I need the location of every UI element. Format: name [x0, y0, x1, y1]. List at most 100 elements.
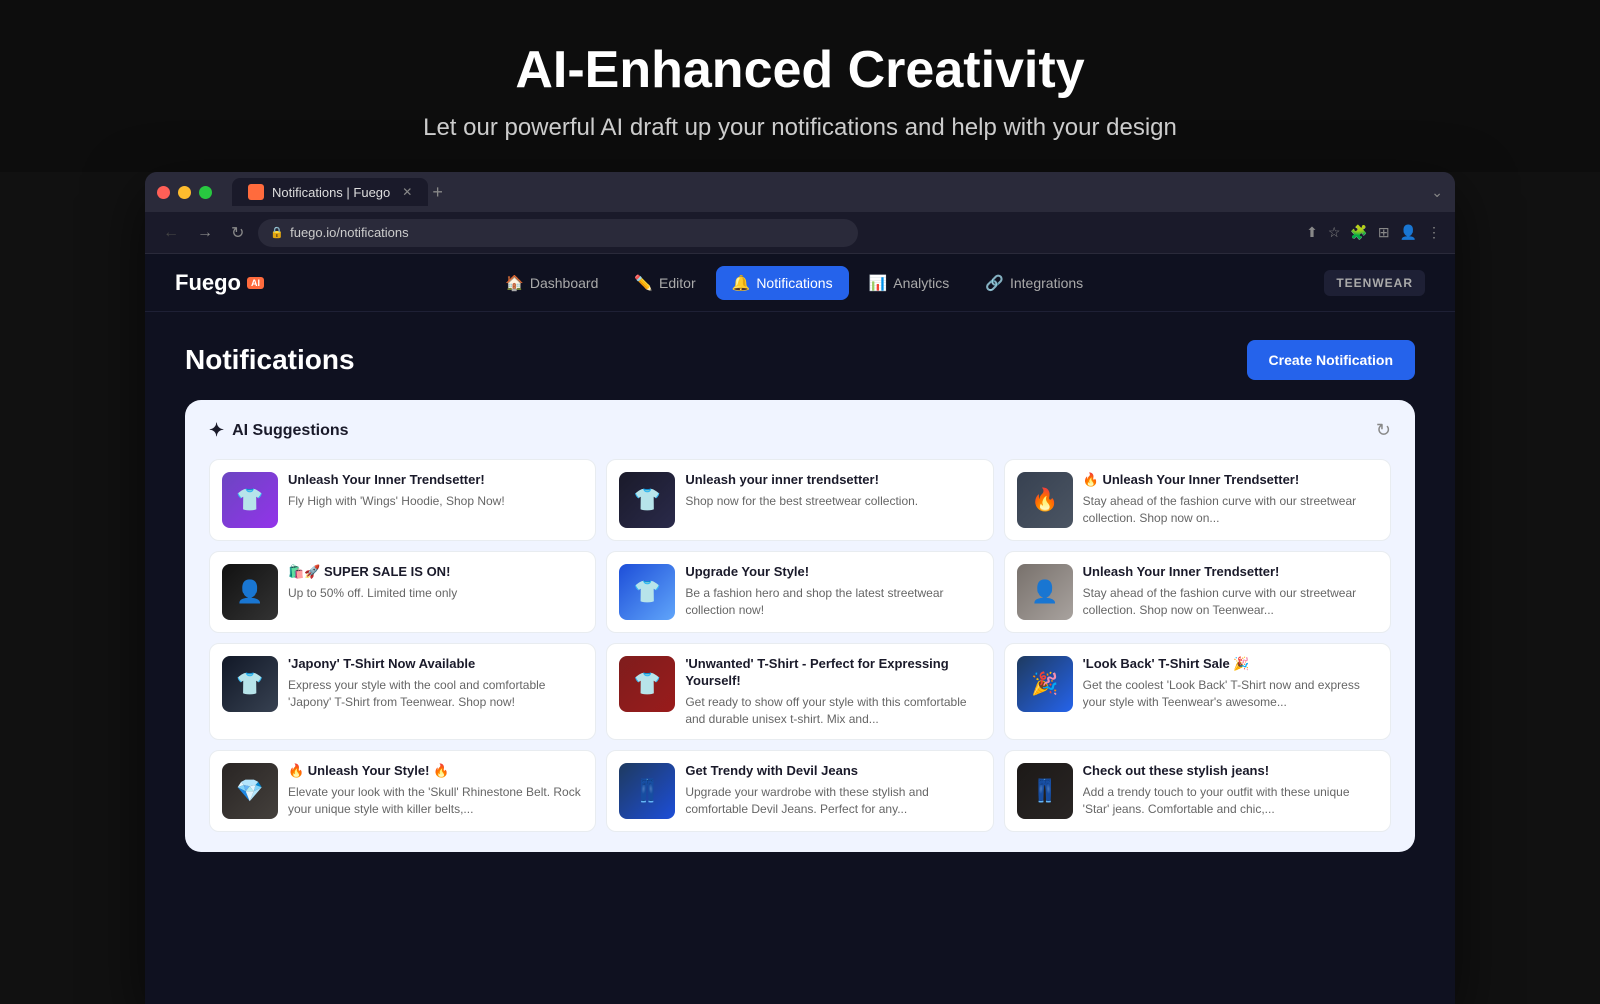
suggestion-desc: Elevate your look with the 'Skull' Rhine…: [288, 784, 583, 818]
new-tab-button[interactable]: +: [432, 182, 443, 203]
logo-text: Fuego: [175, 270, 241, 296]
suggestion-image: 👖: [1017, 763, 1073, 819]
suggestion-card[interactable]: 👤 🛍️🚀 SUPER SALE IS ON! Up to 50% off. L…: [209, 551, 596, 633]
browser-window: Notifications | Fuego ✕ + ⌄ ← → ↻ 🔒 fueg…: [145, 172, 1455, 1004]
suggestion-text: 🛍️🚀 SUPER SALE IS ON! Up to 50% off. Lim…: [288, 564, 583, 602]
hero-subtitle: Let our powerful AI draft up your notifi…: [0, 114, 1600, 142]
refresh-button[interactable]: ↻: [1376, 420, 1391, 441]
suggestion-text: 'Look Back' T-Shirt Sale 🎉 Get the coole…: [1083, 656, 1378, 710]
suggestion-image: 👕: [222, 656, 278, 712]
suggestion-text: Unleash Your Inner Trendsetter! Stay ahe…: [1083, 564, 1378, 618]
suggestion-card[interactable]: 👤 Unleash Your Inner Trendsetter! Stay a…: [1004, 551, 1391, 633]
nav-integrations-label: Integrations: [1010, 275, 1083, 291]
nav-dashboard[interactable]: 🏠 Dashboard: [489, 266, 614, 300]
suggestion-desc: Get ready to show off your style with th…: [685, 694, 980, 728]
suggestion-card[interactable]: 👕 Unleash your inner trendsetter! Shop n…: [606, 459, 993, 541]
suggestion-desc: Stay ahead of the fashion curve with our…: [1083, 585, 1378, 619]
nav-analytics-label: Analytics: [893, 275, 949, 291]
traffic-light-green[interactable]: [199, 186, 212, 199]
ai-suggestions-label: AI Suggestions: [232, 422, 348, 440]
suggestion-desc: Be a fashion hero and shop the latest st…: [685, 585, 980, 619]
suggestion-image: 🔥: [1017, 472, 1073, 528]
menu-icon[interactable]: ⋮: [1427, 224, 1441, 241]
ai-suggestions-card: ✦ AI Suggestions ↻ 👕 Unleash Your Inner …: [185, 400, 1415, 852]
suggestion-card[interactable]: 👖 Get Trendy with Devil Jeans Upgrade yo…: [606, 750, 993, 832]
page-header: Notifications Create Notification: [145, 312, 1455, 400]
suggestion-card[interactable]: 👕 'Japony' T-Shirt Now Available Express…: [209, 643, 596, 740]
suggestion-grid: 👕 Unleash Your Inner Trendsetter! Fly Hi…: [209, 459, 1391, 832]
suggestion-title: 🔥 Unleash Your Inner Trendsetter!: [1083, 472, 1378, 489]
suggestion-text: Check out these stylish jeans! Add a tre…: [1083, 763, 1378, 817]
suggestion-card[interactable]: 👕 Upgrade Your Style! Be a fashion hero …: [606, 551, 993, 633]
suggestion-title: Unleash Your Inner Trendsetter!: [288, 472, 583, 489]
suggestion-desc: Stay ahead of the fashion curve with our…: [1083, 493, 1378, 527]
bookmark-icon[interactable]: ☆: [1328, 224, 1341, 241]
share-icon[interactable]: ⬆: [1306, 224, 1318, 241]
url-text: fuego.io/notifications: [290, 225, 409, 240]
nav-integrations[interactable]: 🔗 Integrations: [969, 266, 1099, 300]
suggestion-text: Get Trendy with Devil Jeans Upgrade your…: [685, 763, 980, 817]
suggestion-image: 👕: [619, 656, 675, 712]
sparkle-icon: ✦: [209, 420, 224, 441]
extension-icon[interactable]: 🧩: [1350, 224, 1367, 241]
traffic-light-red[interactable]: [157, 186, 170, 199]
suggestion-image: 🎉: [1017, 656, 1073, 712]
tab-title: Notifications | Fuego: [272, 185, 390, 200]
url-bar[interactable]: 🔒 fuego.io/notifications: [258, 219, 858, 247]
suggestion-text: 'Unwanted' T-Shirt - Perfect for Express…: [685, 656, 980, 727]
notifications-icon: 🔔: [732, 274, 751, 292]
active-tab[interactable]: Notifications | Fuego ✕: [232, 178, 428, 206]
nav-notifications[interactable]: 🔔 Notifications: [716, 266, 849, 300]
hero-title: AI-Enhanced Creativity: [0, 40, 1600, 100]
suggestion-text: Unleash Your Inner Trendsetter! Fly High…: [288, 472, 583, 510]
ai-card-title: ✦ AI Suggestions: [209, 420, 349, 441]
suggestion-text: 'Japony' T-Shirt Now Available Express y…: [288, 656, 583, 710]
suggestion-card[interactable]: 🎉 'Look Back' T-Shirt Sale 🎉 Get the coo…: [1004, 643, 1391, 740]
hero-section: AI-Enhanced Creativity Let our powerful …: [0, 0, 1600, 172]
profile-icon[interactable]: 👤: [1400, 224, 1417, 241]
tab-bar: Notifications | Fuego ✕ +: [232, 178, 1423, 206]
back-button[interactable]: ←: [159, 222, 183, 244]
suggestion-image: 💎: [222, 763, 278, 819]
analytics-icon: 📊: [869, 274, 888, 292]
forward-button[interactable]: →: [193, 222, 217, 244]
suggestion-title: 🔥 Unleash Your Style! 🔥: [288, 763, 583, 780]
tab-close-button[interactable]: ✕: [402, 185, 412, 199]
suggestion-image: 👤: [222, 564, 278, 620]
suggestion-title: Check out these stylish jeans!: [1083, 763, 1378, 780]
suggestion-desc: Upgrade your wardrobe with these stylish…: [685, 784, 980, 818]
suggestion-title: Unleash Your Inner Trendsetter!: [1083, 564, 1378, 581]
editor-icon: ✏️: [634, 274, 653, 292]
suggestion-text: 🔥 Unleash Your Inner Trendsetter! Stay a…: [1083, 472, 1378, 526]
traffic-light-yellow[interactable]: [178, 186, 191, 199]
suggestion-image: 👕: [222, 472, 278, 528]
main-content: ✦ AI Suggestions ↻ 👕 Unleash Your Inner …: [145, 400, 1455, 852]
suggestion-card[interactable]: 👕 'Unwanted' T-Shirt - Perfect for Expre…: [606, 643, 993, 740]
lock-icon: 🔒: [270, 226, 284, 239]
suggestion-title: Upgrade Your Style!: [685, 564, 980, 581]
nav-analytics[interactable]: 📊 Analytics: [853, 266, 966, 300]
reload-button[interactable]: ↻: [227, 221, 248, 245]
suggestion-desc: Up to 50% off. Limited time only: [288, 585, 583, 602]
suggestion-title: 'Look Back' T-Shirt Sale 🎉: [1083, 656, 1378, 673]
suggestion-text: Upgrade Your Style! Be a fashion hero an…: [685, 564, 980, 618]
nav-links: 🏠 Dashboard ✏️ Editor 🔔 Notifications 📊 …: [489, 266, 1099, 300]
suggestion-card[interactable]: 👕 Unleash Your Inner Trendsetter! Fly Hi…: [209, 459, 596, 541]
suggestion-image: 👕: [619, 472, 675, 528]
suggestion-desc: Add a trendy touch to your outfit with t…: [1083, 784, 1378, 818]
integrations-icon: 🔗: [985, 274, 1004, 292]
address-bar: ← → ↻ 🔒 fuego.io/notifications ⬆ ☆ 🧩 ⊞ 👤…: [145, 212, 1455, 254]
suggestion-card[interactable]: 👖 Check out these stylish jeans! Add a t…: [1004, 750, 1391, 832]
nav-editor[interactable]: ✏️ Editor: [618, 266, 711, 300]
suggestion-card[interactable]: 🔥 🔥 Unleash Your Inner Trendsetter! Stay…: [1004, 459, 1391, 541]
nav-dashboard-label: Dashboard: [530, 275, 599, 291]
logo: Fuego AI: [175, 270, 264, 296]
logo-badge: AI: [247, 277, 264, 289]
create-notification-button[interactable]: Create Notification: [1247, 340, 1415, 380]
tab-collapse-button[interactable]: ⌄: [1431, 184, 1443, 201]
sidebar-icon[interactable]: ⊞: [1378, 224, 1390, 241]
user-badge: TEENWEAR: [1324, 270, 1425, 296]
suggestion-image: 👕: [619, 564, 675, 620]
suggestion-desc: Express your style with the cool and com…: [288, 677, 583, 711]
suggestion-card[interactable]: 💎 🔥 Unleash Your Style! 🔥 Elevate your l…: [209, 750, 596, 832]
